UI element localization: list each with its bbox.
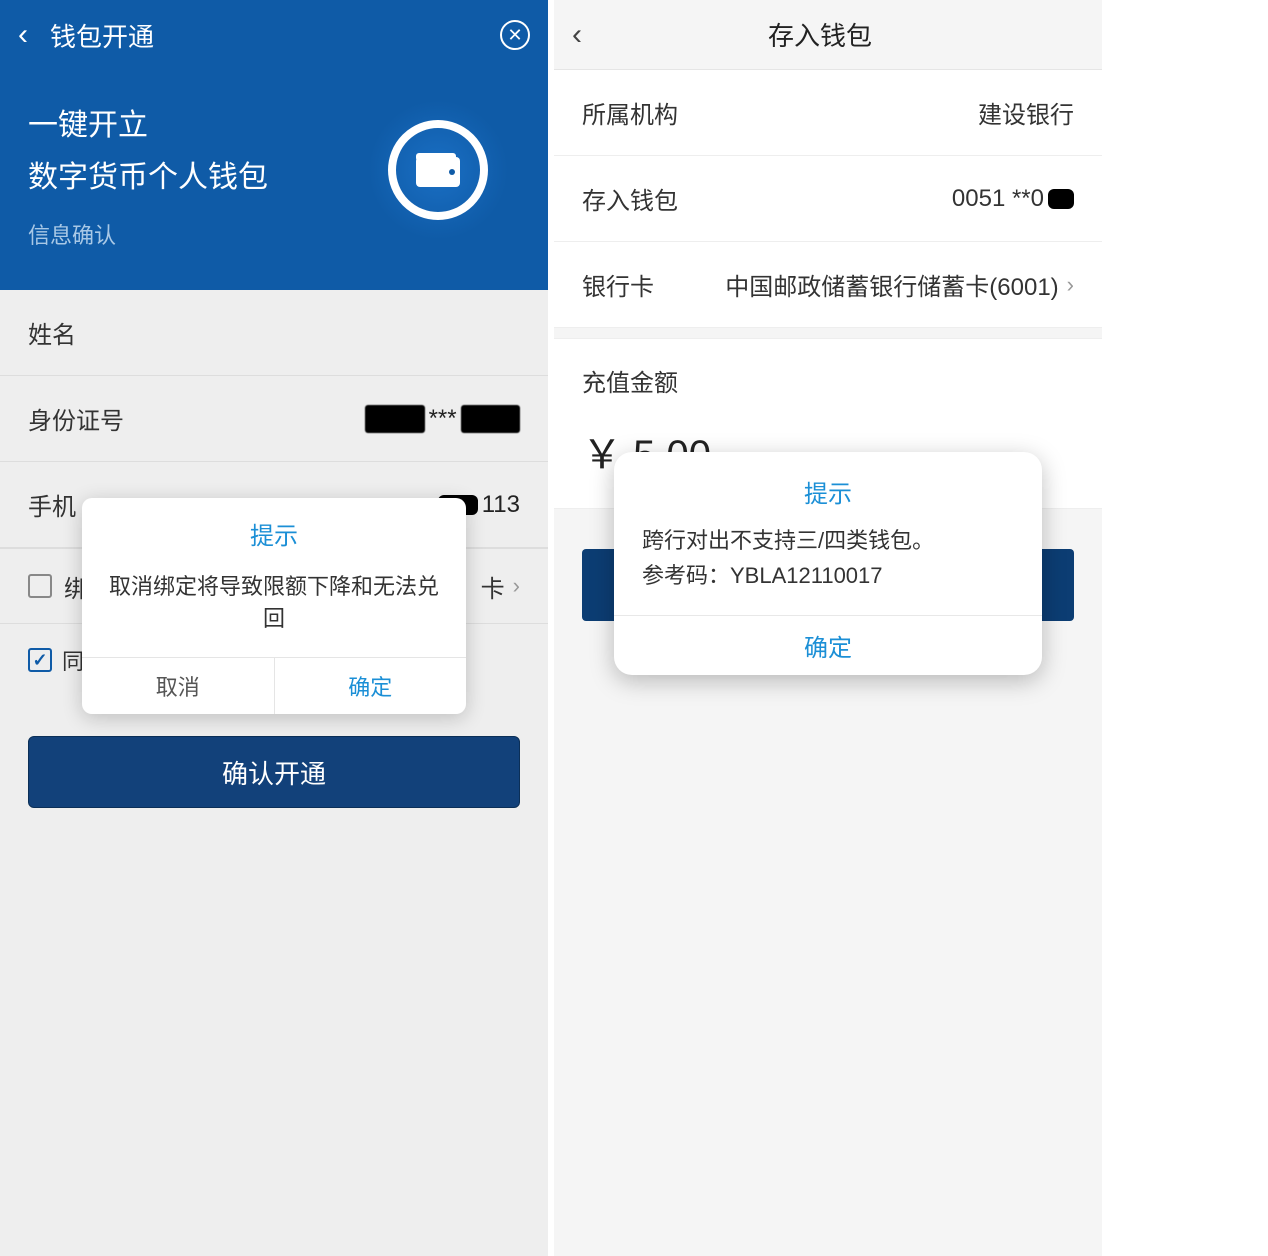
- field-id-value: 4210 *** 2715: [365, 405, 520, 433]
- dialog-body: 跨行对出不支持三/四类钱包。 参考码：YBLA12110017: [614, 523, 1042, 615]
- chevron-right-icon: ›: [513, 573, 520, 599]
- close-icon[interactable]: ✕: [500, 20, 530, 50]
- screen-wallet-open: ‹ 钱包开通 ✕ 一键开立 数字货币个人钱包 信息确认 姓名 身份证号 4210: [0, 0, 548, 1256]
- nav-bar: ‹ 钱包开通 ✕: [0, 0, 548, 70]
- dialog-msg-line1: 跨行对出不支持三/四类钱包。: [642, 523, 1014, 558]
- institution-value: 建设银行: [978, 95, 1074, 130]
- dialog-msg-line2: 参考码：YBLA12110017: [642, 558, 1014, 593]
- confirm-dialog: 提示 取消绑定将导致限额下降和无法兑回 取消 确定: [82, 498, 466, 714]
- screen-deposit: ‹ 存入钱包 所属机构 建设银行 存入钱包 0051 **0 银行卡 中国邮政储…: [554, 0, 1102, 1256]
- field-name-label: 姓名: [28, 315, 520, 350]
- nav-bar: ‹ 存入钱包: [554, 0, 1102, 70]
- dialog-title: 提示: [614, 452, 1042, 523]
- page-title: 存入钱包: [556, 16, 1084, 53]
- card-value: 中国邮政储蓄银行储蓄卡(6001): [725, 267, 1058, 302]
- checkbox-icon[interactable]: [28, 574, 52, 598]
- field-id-label: 身份证号: [28, 401, 365, 436]
- amount-label: 充值金额: [582, 363, 1074, 398]
- ok-button[interactable]: 确定: [614, 615, 1042, 675]
- wallet-svg-icon: [414, 151, 462, 189]
- dialog-message: 取消绑定将导致限额下降和无法兑回: [82, 561, 466, 657]
- bind-suffix: 卡: [481, 569, 505, 604]
- field-id[interactable]: 身份证号 4210 *** 2715: [0, 376, 548, 462]
- institution-label: 所属机构: [582, 95, 978, 130]
- alert-dialog: 提示 跨行对出不支持三/四类钱包。 参考码：YBLA12110017 确定: [614, 452, 1042, 675]
- wallet-value: 0051 **0: [952, 185, 1074, 213]
- back-icon[interactable]: ‹: [18, 18, 28, 52]
- checkbox-checked-icon[interactable]: ✓: [28, 648, 52, 672]
- field-name[interactable]: 姓名: [0, 290, 548, 376]
- ok-button[interactable]: 确定: [274, 658, 467, 714]
- card-label: 银行卡: [582, 267, 725, 302]
- page-title: 钱包开通: [50, 17, 500, 54]
- row-deposit-wallet[interactable]: 存入钱包 0051 **0: [554, 156, 1102, 242]
- cancel-button[interactable]: 取消: [82, 658, 274, 714]
- hero-banner: 一键开立 数字货币个人钱包 信息确认: [0, 70, 548, 290]
- confirm-open-button[interactable]: 确认开通: [28, 736, 520, 808]
- dialog-title: 提示: [82, 498, 466, 561]
- wallet-icon: [368, 100, 508, 240]
- row-institution: 所属机构 建设银行: [554, 70, 1102, 156]
- deposit-info-list: 所属机构 建设银行 存入钱包 0051 **0 银行卡 中国邮政储蓄银行储蓄卡(…: [554, 70, 1102, 328]
- dialog-buttons: 取消 确定: [82, 657, 466, 714]
- wallet-label: 存入钱包: [582, 181, 952, 216]
- chevron-right-icon: ›: [1067, 272, 1074, 298]
- row-bank-card[interactable]: 银行卡 中国邮政储蓄银行储蓄卡(6001) ›: [554, 242, 1102, 328]
